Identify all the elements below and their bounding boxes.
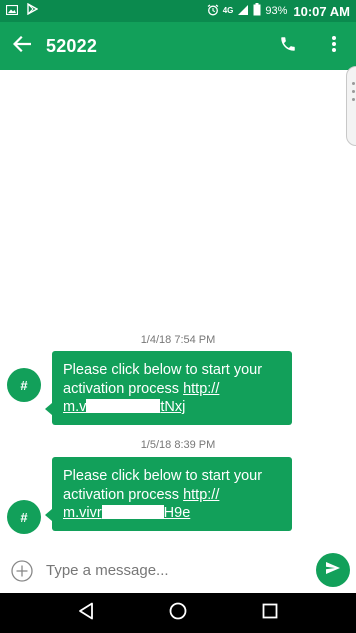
redaction-block	[101, 505, 164, 519]
message-bubble[interactable]: Please click below to start your activat…	[45, 457, 292, 531]
app-bar: 52022	[0, 22, 356, 70]
triangle-back-icon	[78, 602, 94, 625]
back-button[interactable]	[10, 34, 34, 58]
network-type-label: 4G	[222, 6, 234, 15]
battery-icon	[253, 3, 261, 19]
message-text: Please click below to start your activat…	[63, 468, 263, 503]
clock-time: 10:07 AM	[293, 3, 350, 19]
messaging-screen: 4G 93% 10:07 AM 52022 1/4/18 7:54 PM # P…	[0, 0, 356, 633]
status-notifications	[5, 2, 39, 20]
more-options-button[interactable]	[322, 34, 346, 58]
send-button[interactable]	[316, 553, 350, 587]
message-text: Please click below to start your activat…	[63, 362, 263, 397]
sender-avatar[interactable]: #	[7, 500, 41, 534]
battery-percent: 93%	[265, 5, 288, 17]
nav-home-button[interactable]	[163, 598, 193, 628]
call-button[interactable]	[276, 34, 300, 58]
message-timestamp: 1/5/18 8:39 PM	[140, 439, 216, 451]
alarm-icon	[207, 4, 219, 19]
status-bar: 4G 93% 10:07 AM	[0, 0, 356, 22]
square-recents-icon	[262, 603, 278, 624]
phone-icon	[279, 35, 297, 58]
add-circle-icon	[11, 560, 33, 586]
conversation-title: 52022	[46, 35, 98, 56]
nav-back-button[interactable]	[71, 598, 101, 628]
message-timestamp: 1/4/18 7:54 PM	[140, 334, 216, 346]
send-icon	[325, 561, 341, 580]
circle-home-icon	[169, 602, 187, 625]
arrow-left-icon	[12, 35, 32, 57]
nav-recents-button[interactable]	[255, 598, 285, 628]
status-system: 4G 93% 10:07 AM	[207, 3, 350, 19]
fast-scroll-handle[interactable]	[346, 66, 356, 146]
image-icon	[5, 2, 19, 20]
play-store-icon	[26, 2, 39, 20]
attach-button[interactable]	[11, 560, 33, 582]
redaction-block	[86, 399, 161, 413]
scroll-handle-dots	[352, 82, 355, 101]
message-bubble[interactable]: Please click below to start your activat…	[45, 351, 292, 425]
message-input[interactable]	[46, 558, 296, 582]
app-bar-actions	[276, 34, 346, 58]
sender-avatar[interactable]: #	[7, 368, 41, 402]
system-navigation-bar	[0, 593, 356, 633]
signal-icon	[237, 4, 249, 19]
compose-bar	[0, 548, 356, 592]
more-vert-icon	[331, 35, 337, 58]
